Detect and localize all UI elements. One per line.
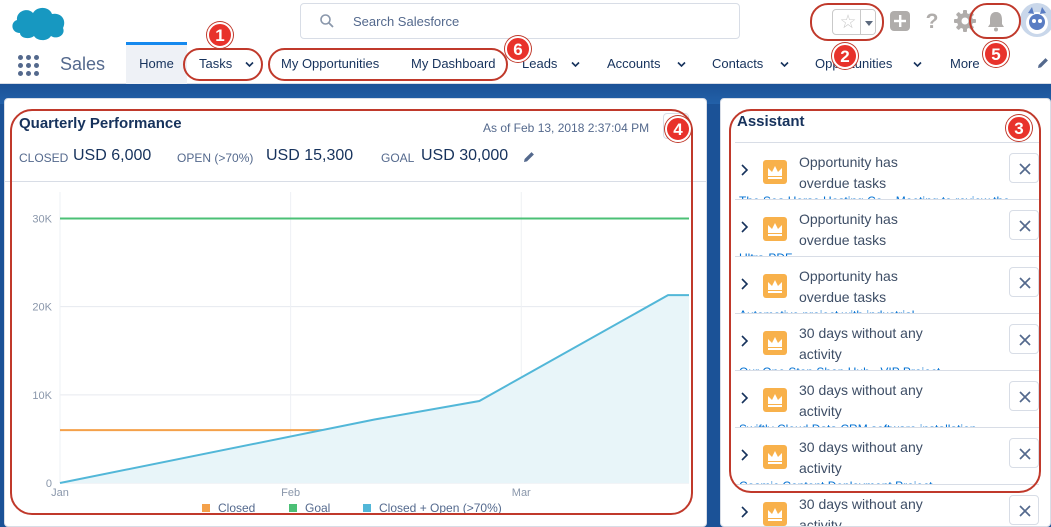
search-icon (320, 14, 334, 28)
help-icon[interactable]: ? (919, 8, 945, 34)
nav-tab-accounts[interactable]: Accounts (607, 42, 660, 84)
chevron-down-icon[interactable] (677, 60, 686, 69)
nav-tab-label: Home (139, 56, 174, 71)
nav-tab-label: Contacts (712, 56, 764, 71)
close-icon (1019, 505, 1031, 517)
callout-badge-6: 6 (505, 36, 531, 62)
app-launcher-icon[interactable] (18, 55, 40, 77)
dismiss-button[interactable] (1009, 495, 1039, 525)
chevron-down-icon[interactable] (913, 60, 922, 69)
callout-ring (969, 3, 1021, 39)
search-placeholder: Search Salesforce (353, 14, 460, 29)
callout-ring (729, 109, 1041, 493)
chevron-down-icon[interactable] (571, 60, 580, 69)
svg-text:?: ? (926, 10, 939, 33)
callout-badge-2: 2 (832, 43, 858, 69)
nav-tab-label: Accounts (607, 56, 661, 71)
callout-ring (810, 3, 884, 41)
callout-badge-1: 1 (207, 22, 233, 48)
global-header: Search Salesforce ☆ ? (0, 0, 1051, 42)
nav-tab-label: Leads (522, 56, 558, 71)
callout-ring (10, 109, 693, 515)
assistant-item-text[interactable]: 30 days without any activity (799, 494, 949, 526)
chevron-down-icon[interactable] (780, 60, 789, 69)
callout-badge-4: 4 (665, 116, 691, 142)
salesforce-logo-icon[interactable] (8, 3, 68, 43)
app-name: Sales (60, 54, 106, 74)
nav-tab-label: More (950, 56, 980, 71)
callout-badge-3: 3 (1006, 115, 1032, 141)
nav-tab-contacts[interactable]: Contacts (712, 42, 763, 84)
pencil-icon[interactable] (1036, 56, 1050, 70)
crown-icon (763, 502, 787, 526)
global-search[interactable]: Search Salesforce (300, 3, 740, 39)
nav-tab-home[interactable]: Home (126, 42, 187, 84)
callout-badge-5: 5 (983, 41, 1009, 67)
plus-icon[interactable] (887, 8, 913, 34)
chevron-right-icon[interactable] (739, 506, 749, 518)
nav-tab-more[interactable]: More (950, 42, 980, 84)
callout-ring (268, 48, 508, 81)
callout-ring (183, 48, 263, 81)
avatar-icon[interactable] (1020, 3, 1051, 37)
